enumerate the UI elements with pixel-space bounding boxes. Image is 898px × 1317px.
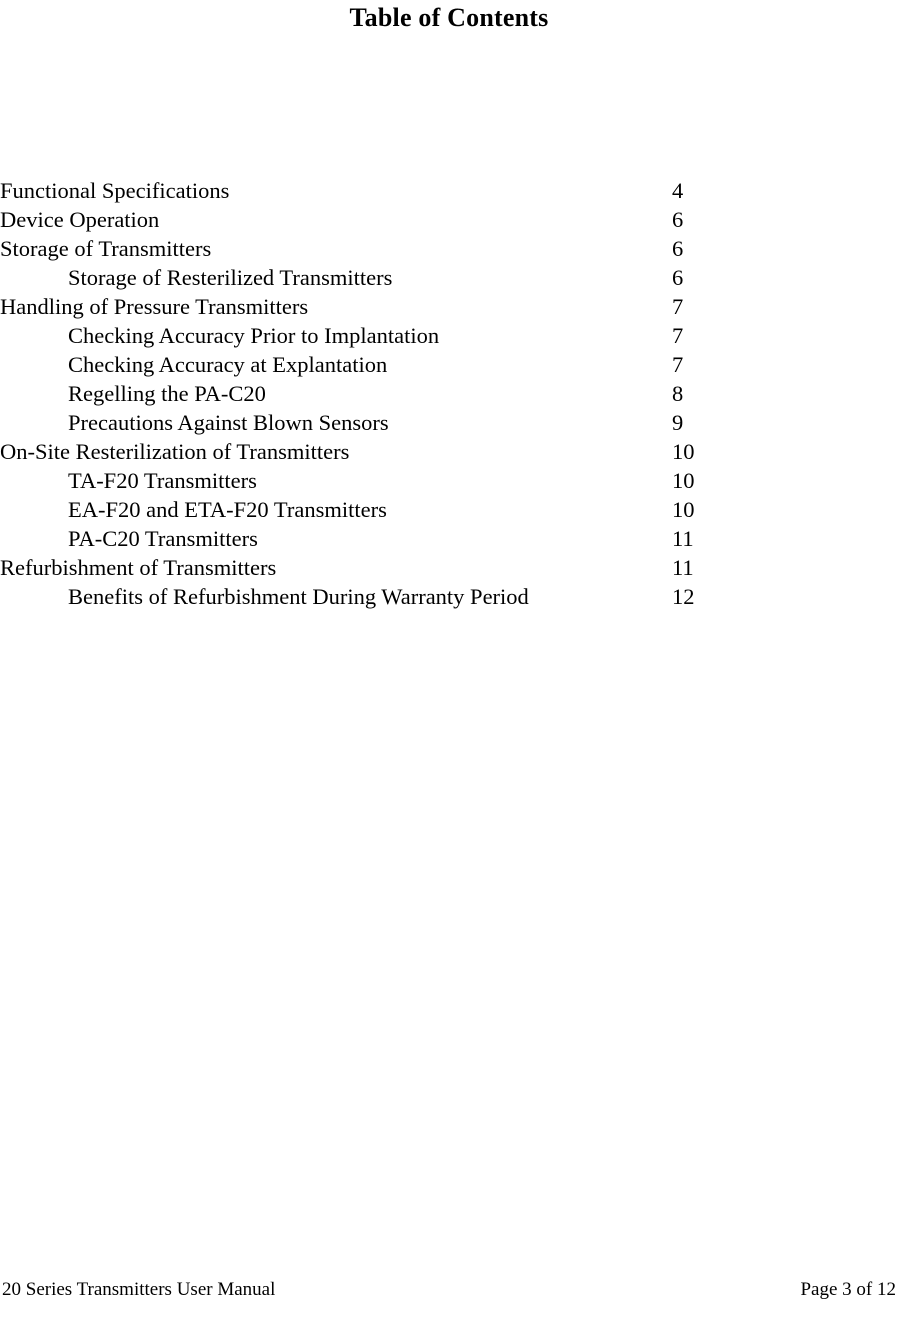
toc-entry-page: 12 bbox=[672, 584, 695, 609]
toc-entry-page: 9 bbox=[672, 410, 684, 435]
toc-entry-title: Benefits of Refurbishment During Warrant… bbox=[68, 584, 529, 609]
toc-entry-page: 6 bbox=[672, 207, 684, 232]
page-title: Table of Contents bbox=[349, 3, 549, 32]
toc-entry-page: 10 bbox=[672, 497, 695, 522]
toc-entry-page: 8 bbox=[672, 381, 684, 406]
toc-entry[interactable]: Regelling the PA-C20 8 bbox=[0, 379, 760, 408]
toc-entry[interactable]: Device Operation 6 bbox=[0, 205, 760, 234]
toc-entry-title: Device Operation bbox=[0, 207, 160, 232]
page-footer: 20 Series Transmitters User Manual Page … bbox=[0, 1277, 898, 1303]
toc-entry[interactable]: Precautions Against Blown Sensors 9 bbox=[0, 408, 760, 437]
toc-entry-title: TA-F20 Transmitters bbox=[68, 468, 257, 493]
toc-entry[interactable]: Handling of Pressure Transmitters 7 bbox=[0, 292, 760, 321]
toc-entry-page: 4 bbox=[672, 178, 684, 203]
toc-entry-page: 11 bbox=[672, 555, 694, 580]
toc-entry-page: 10 bbox=[672, 468, 695, 493]
toc-entry-title: PA-C20 Transmitters bbox=[68, 526, 258, 551]
document-page: Table of Contents Functional Specificati… bbox=[0, 0, 898, 1317]
toc-entry[interactable]: TA-F20 Transmitters 10 bbox=[0, 466, 760, 495]
toc-entry-title: Storage of Resterilized Transmitters bbox=[68, 265, 393, 290]
toc-entry-title: Checking Accuracy at Explantation bbox=[68, 352, 388, 377]
toc-entry-title: Storage of Transmitters bbox=[0, 236, 212, 261]
toc-entry-page: 6 bbox=[672, 236, 684, 261]
toc-entry[interactable]: Benefits of Refurbishment During Warrant… bbox=[0, 582, 760, 611]
footer-page-number: Page 3 of 12 bbox=[800, 1279, 896, 1300]
toc-entry-title: On-Site Resterilization of Transmitters bbox=[0, 439, 350, 464]
toc-entry-title: Checking Accuracy Prior to Implantation bbox=[68, 323, 440, 348]
toc-entry[interactable]: Functional Specifications 4 bbox=[0, 176, 760, 205]
toc-entry[interactable]: Checking Accuracy at Explantation 7 bbox=[0, 350, 760, 379]
toc-entry[interactable]: Storage of Resterilized Transmitters 6 bbox=[0, 263, 760, 292]
toc-entry[interactable]: Checking Accuracy Prior to Implantation … bbox=[0, 321, 760, 350]
toc-entry-title: EA-F20 and ETA-F20 Transmitters bbox=[68, 497, 387, 522]
table-of-contents: Functional Specifications 4 Device Opera… bbox=[0, 176, 760, 611]
toc-entry[interactable]: On-Site Resterilization of Transmitters … bbox=[0, 437, 760, 466]
toc-entry-page: 6 bbox=[672, 265, 684, 290]
toc-entry-page: 7 bbox=[672, 294, 684, 319]
toc-entry-page: 11 bbox=[672, 526, 694, 551]
toc-entry[interactable]: PA-C20 Transmitters 11 bbox=[0, 524, 760, 553]
toc-entry-title: Refurbishment of Transmitters bbox=[0, 555, 277, 580]
toc-entry-page: 10 bbox=[672, 439, 695, 464]
toc-entry-title: Regelling the PA-C20 bbox=[68, 381, 266, 406]
toc-entry-title: Functional Specifications bbox=[0, 178, 230, 203]
footer-document-name: 20 Series Transmitters User Manual bbox=[2, 1279, 276, 1300]
toc-entry-page: 7 bbox=[672, 352, 684, 377]
toc-entry-page: 7 bbox=[672, 323, 684, 348]
toc-entry-title: Handling of Pressure Transmitters bbox=[0, 294, 309, 319]
toc-entry[interactable]: EA-F20 and ETA-F20 Transmitters 10 bbox=[0, 495, 760, 524]
toc-entry[interactable]: Storage of Transmitters 6 bbox=[0, 234, 760, 263]
toc-entry[interactable]: Refurbishment of Transmitters 11 bbox=[0, 553, 760, 582]
toc-entry-title: Precautions Against Blown Sensors bbox=[68, 410, 389, 435]
